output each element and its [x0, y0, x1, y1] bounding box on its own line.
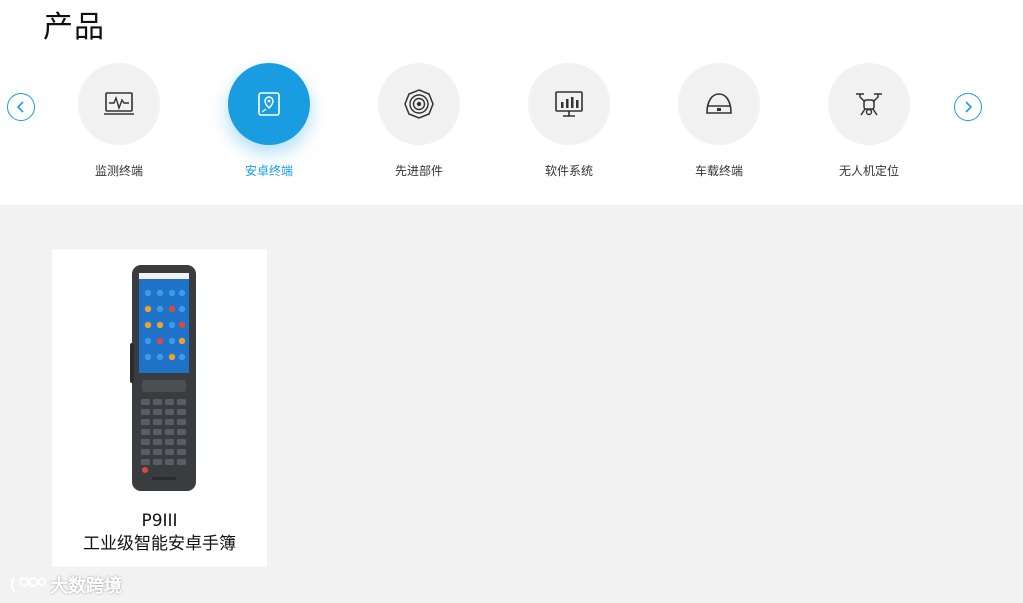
watermark: 大数跨境	[10, 572, 122, 598]
category-label: 无人机定位	[838, 164, 899, 178]
product-description: 工业级智能安卓手簿	[83, 534, 236, 554]
map-location-icon	[258, 92, 280, 116]
vehicle-unit-icon	[706, 93, 732, 114]
category-monitor-terminal[interactable]: 监测终端	[59, 63, 179, 179]
category-label: 安卓终端	[244, 164, 293, 178]
chevron-left-icon	[16, 101, 24, 113]
handheld-device-image	[130, 265, 196, 491]
category-drone-positioning[interactable]: 无人机定位	[809, 63, 929, 179]
page-title: 产品	[43, 10, 105, 45]
category-android-terminal[interactable]: 安卓终端	[209, 63, 329, 179]
drone-icon	[856, 93, 882, 116]
category-vehicle-terminal[interactable]: 车载终端	[659, 63, 779, 179]
category-software-system[interactable]: 软件系统	[509, 63, 629, 179]
category-carousel: 监测终端 安卓终端 先进部件 软件系统 车载终端 无人机定位	[0, 60, 1023, 205]
bar-chart-screen-icon	[555, 91, 583, 117]
category-advanced-parts[interactable]: 先进部件	[359, 63, 479, 179]
category-label: 车载终端	[694, 164, 743, 178]
watermark-text: 大数跨境	[50, 576, 122, 597]
carousel-prev-button[interactable]	[7, 93, 35, 121]
product-list-area: P9III 工业级智能安卓手簿	[0, 205, 1023, 603]
antenna-target-icon	[404, 89, 434, 119]
product-card[interactable]: P9III 工业级智能安卓手簿	[52, 249, 267, 567]
monitor-waveform-icon	[104, 92, 134, 115]
carousel-next-button[interactable]	[954, 93, 982, 121]
category-label: 监测终端	[94, 164, 143, 178]
product-model: P9III	[141, 511, 178, 531]
category-label: 先进部件	[394, 164, 443, 178]
category-label: 软件系统	[544, 164, 593, 178]
chevron-right-icon	[965, 101, 973, 113]
watermark-logo-icon	[10, 577, 46, 593]
